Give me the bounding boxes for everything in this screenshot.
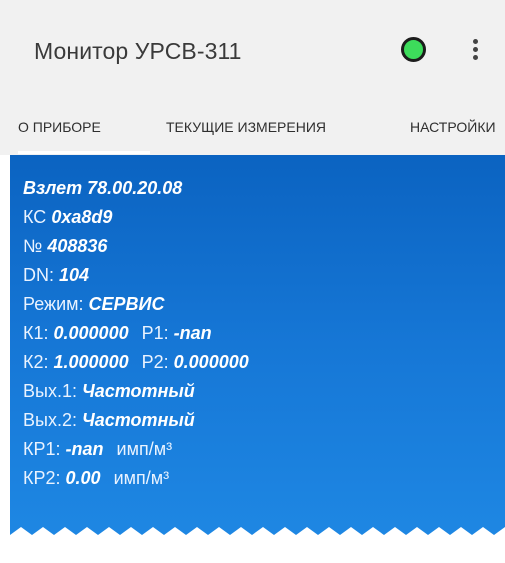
output2-value: Частотный (81, 410, 195, 430)
kp1-value: -nan (65, 439, 104, 459)
menu-dot (473, 47, 478, 52)
kp1-row: КР1: -nan имп/м³ (23, 439, 172, 460)
app-bar: Монитор УРСВ-311 (0, 0, 505, 100)
serial-number-row: № 408836 (23, 236, 107, 257)
kp1-label: КР1: (23, 439, 61, 459)
output2-row: Вых.2: Частотный (23, 410, 195, 431)
tab-about-device[interactable]: О ПРИБОРЕ (18, 100, 150, 155)
connection-status-icon[interactable] (401, 37, 426, 62)
serial-number-label: № (23, 236, 43, 256)
menu-dot (473, 55, 478, 60)
output1-label: Вых.1: (23, 381, 77, 401)
device-model: Взлет 78.00.20.08 (23, 178, 182, 199)
p2-value: 0.000000 (173, 352, 249, 372)
mode-value: СЕРВИС (88, 294, 165, 314)
dn-value: 104 (59, 265, 90, 285)
kp2-label: КР2: (23, 468, 61, 488)
tab-settings[interactable]: НАСТРОЙКИ (410, 100, 496, 155)
serial-number-value: 408836 (47, 236, 108, 256)
checksum-row: КС 0xa8d9 (23, 207, 112, 228)
checksum-label: КС (23, 207, 47, 227)
active-tab-indicator (18, 151, 150, 154)
dn-label: DN: (23, 265, 54, 285)
output1-value: Частотный (81, 381, 195, 401)
kp2-row: КР2: 0.00 имп/м³ (23, 468, 169, 489)
p1-label: Р1: (141, 323, 169, 343)
kp2-value: 0.00 (65, 468, 101, 488)
overflow-menu-icon[interactable] (468, 36, 484, 64)
p1-value: -nan (173, 323, 212, 343)
checksum-value: 0xa8d9 (51, 207, 113, 227)
k1-p1-row: К1: 0.000000 Р1: -nan (23, 323, 212, 344)
device-model-value: Взлет 78.00.20.08 (23, 178, 183, 198)
kp2-unit: имп/м³ (113, 468, 170, 488)
k2-value: 1.000000 (53, 352, 129, 372)
kp1-unit: имп/м³ (116, 439, 173, 459)
torn-edge-decoration (10, 527, 505, 547)
k1-label: К1: (23, 323, 49, 343)
k2-p2-row: К2: 1.000000 Р2: 0.000000 (23, 352, 249, 373)
dn-row: DN: 104 (23, 265, 89, 286)
k1-value: 0.000000 (53, 323, 129, 343)
output2-label: Вых.2: (23, 410, 77, 430)
mode-label: Режим: (23, 294, 84, 314)
p2-label: Р2: (141, 352, 169, 372)
app-window: Монитор УРСВ-311 О ПРИБОРЕ ТЕКУЩИЕ ИЗМЕР… (0, 0, 505, 563)
menu-dot (473, 39, 478, 44)
device-info-panel: Взлет 78.00.20.08 КС 0xa8d9 № 408836 DN:… (10, 155, 505, 535)
tab-bar: О ПРИБОРЕ ТЕКУЩИЕ ИЗМЕРЕНИЯ НАСТРОЙКИ (0, 100, 505, 155)
tab-current-measurements[interactable]: ТЕКУЩИЕ ИЗМЕРЕНИЯ (166, 100, 326, 155)
k2-label: К2: (23, 352, 49, 372)
app-title: Монитор УРСВ-311 (34, 38, 242, 64)
mode-row: Режим: СЕРВИС (23, 294, 164, 315)
output1-row: Вых.1: Частотный (23, 381, 195, 402)
tab-label: О ПРИБОРЕ (18, 119, 101, 135)
